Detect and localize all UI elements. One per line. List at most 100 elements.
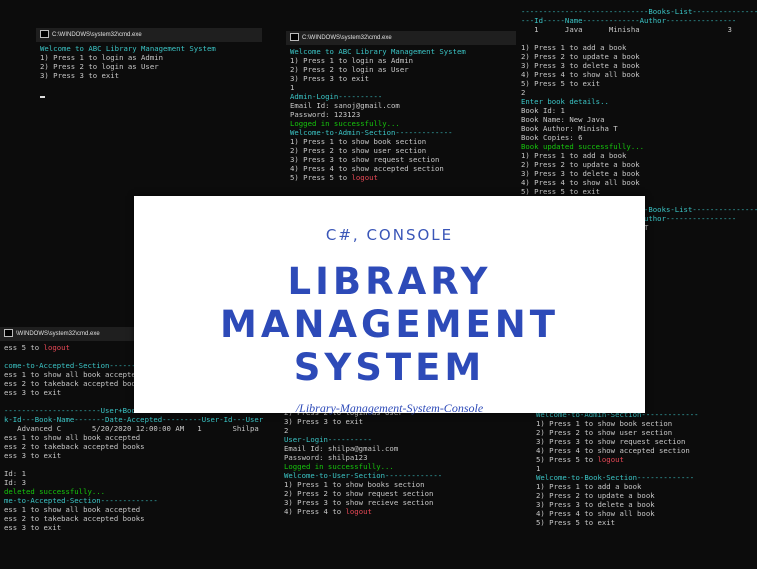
window-title: \WINDOWS\system32\cmd.exe <box>16 331 100 337</box>
console-line-text: Book Name: New Java <box>521 115 605 124</box>
console-line-text: Email Id: shilpa@gmail.com <box>284 444 399 453</box>
console-line-text: -----------------------------Books-List-… <box>521 7 757 16</box>
console-line-text: ess 2 to takeback accepted books <box>4 514 145 523</box>
console-line: 5) Press 5 to logout <box>290 173 512 182</box>
console-line: 1) Press 1 to login as Admin <box>290 56 512 65</box>
console-line: 1 <box>536 464 753 473</box>
console-line-text: 4) Press 4 to show accepted section <box>290 164 444 173</box>
console-line-text: 1) Press 1 to show book section <box>290 137 427 146</box>
console-line-text: ess 1 to show all book accepted <box>4 370 141 379</box>
console-line-text: Password: 123123 <box>290 110 361 119</box>
console-line: 1) Press 1 to show book section <box>536 419 753 428</box>
console-line: Password: 123123 <box>290 110 512 119</box>
console-line-text: 2 <box>521 88 526 97</box>
console-line: 2 <box>521 88 753 97</box>
console-line: Book Id: 1 <box>521 106 753 115</box>
window-titlebar[interactable]: C:\WINDOWS\system32\cmd.exe <box>286 31 516 45</box>
console-line-text: ess 1 to show all book accepted <box>4 433 141 442</box>
console-line: 3) Press 3 to exit <box>290 74 512 83</box>
console-line: ess 3 to exit <box>4 451 268 460</box>
console-line-text: ess 2 to takeback accepted books <box>4 442 145 451</box>
console-line: Book Author: Minisha T <box>521 124 753 133</box>
console-line-text: 3) Press 3 to show request section <box>536 437 686 446</box>
console-line-text: 3) Press 3 to exit <box>40 71 120 80</box>
console-line-text: 3) Press 3 to show recieve section <box>284 498 434 507</box>
console-line-text: Enter book details.. <box>521 97 609 106</box>
console-line: Id: 1 <box>4 469 268 478</box>
console-line: 1) Press 1 to add a book <box>536 482 753 491</box>
console-line-text: me-to-Accepted-Section------------- <box>4 496 158 505</box>
main-title: LIBRARY MANAGEMENT SYSTEM <box>134 260 645 389</box>
title-line-2: SYSTEM <box>293 346 486 389</box>
console-line-text: 2) Press 2 to update a book <box>521 52 640 61</box>
console-line-text: Book Id: 1 <box>521 106 565 115</box>
console-line: 1 Java Minisha 3 <box>521 25 753 34</box>
console-line: 3) Press 3 to exit <box>40 71 258 80</box>
console-line: Welcome to ABC Library Management System <box>290 47 512 56</box>
console-line-text: ess 1 to show all book accepted <box>4 505 141 514</box>
cmd-icon <box>4 329 13 338</box>
console-line-text: Welcome to ABC Library Management System <box>290 47 466 56</box>
console-line-text: Logged in successfully... <box>284 462 394 471</box>
console-line-text: 1) Press 1 to show book section <box>536 419 673 428</box>
console-line-text: Password: shilpa123 <box>284 453 368 462</box>
console-line: User-Login---------- <box>284 435 512 444</box>
logout-text: logout <box>345 507 372 516</box>
console-line-text: Id: 3 <box>4 478 26 487</box>
console-line: Logged in successfully... <box>284 462 512 471</box>
cmd-window-user-login[interactable]: 2) Press 2 to login as User3) Press 3 to… <box>280 406 516 569</box>
console-line-text: Welcome-to-User-Section------------- <box>284 471 443 480</box>
console-line-text: 3) Press 3 to delete a book <box>536 500 655 509</box>
console-line-text: Welcome to ABC Library Management System <box>40 44 216 53</box>
cmd-window-main-menu[interactable]: C:\WINDOWS\system32\cmd.exe Welcome to A… <box>36 28 262 198</box>
console-line-text: 1) Press 1 to login as Admin <box>290 56 414 65</box>
console-line-text: Book updated successfully... <box>521 142 645 151</box>
console-line: 2) Press 2 to update a book <box>536 491 753 500</box>
console-line: 3) Press 3 to delete a book <box>521 169 753 178</box>
console-line: ess 2 to takeback accepted books <box>4 514 268 523</box>
console-line-text: 4) Press 4 to show accepted section <box>536 446 690 455</box>
console-line-text: Id: 1 <box>4 469 26 478</box>
console-line-text: 3) Press 3 to show request section <box>290 155 440 164</box>
console-line: Id: 3 <box>4 478 268 487</box>
console-line: 2) Press 2 to login as User <box>290 65 512 74</box>
console-line-text: 3) Press 3 to exit <box>290 74 370 83</box>
cmd-window-admin-login[interactable]: C:\WINDOWS\system32\cmd.exe Welcome to A… <box>286 31 516 198</box>
console-line-text: 5) Press 5 to exit <box>521 79 601 88</box>
console-line: ess 2 to takeback accepted books <box>4 442 268 451</box>
console-line: 4) Press 4 to show all book <box>521 70 753 79</box>
console-line: 2) Press 2 to update a book <box>521 52 753 61</box>
console-output: 2) Press 2 to login as User3) Press 3 to… <box>280 406 516 518</box>
console-line: Welcome-to-Book-Section------------- <box>536 473 753 482</box>
console-line-text: ess 3 to exit <box>4 451 62 460</box>
console-line: Enter book details.. <box>521 97 753 106</box>
console-line: 1) Press 1 to show book section <box>290 137 512 146</box>
console-line: 3) Press 3 to show request section <box>290 155 512 164</box>
console-line: 3) Press 3 to show request section <box>536 437 753 446</box>
console-output: Welcome to ABC Library Management System… <box>286 45 516 184</box>
title-line-1: LIBRARY MANAGEMENT <box>220 260 559 346</box>
cmd-icon <box>290 33 299 42</box>
console-line: 4) Press 4 to show all book <box>536 509 753 518</box>
console-line-text: 2 <box>284 426 289 435</box>
logout-text: logout <box>597 455 624 464</box>
logout-text: logout <box>351 173 378 182</box>
subtitle-tag: C#, CONSOLE <box>325 226 454 244</box>
console-line-text: 4) Press 4 to show all book <box>536 509 655 518</box>
cursor-line <box>40 80 258 98</box>
window-titlebar[interactable]: C:\WINDOWS\system32\cmd.exe <box>36 28 262 42</box>
console-line: 5) Press 5 to exit <box>536 518 753 527</box>
console-line: 2) Press 2 to show request section <box>284 489 512 498</box>
console-line-text: 2) Press 2 to show request section <box>284 489 434 498</box>
console-line: 3) Press 3 to delete a book <box>536 500 753 509</box>
text-cursor <box>40 96 45 98</box>
console-line: Logged in successfully... <box>290 119 512 128</box>
console-line: 2) Press 2 to login as User <box>40 62 258 71</box>
console-line: 3) Press 3 to delete a book <box>521 61 753 70</box>
console-line: ess 3 to exit <box>4 523 268 532</box>
console-line-text: 1) Press 1 to add a book <box>536 482 642 491</box>
console-line: 4) Press 4 to show accepted section <box>290 164 512 173</box>
cmd-icon <box>40 30 49 39</box>
console-line-text: 2) Press 2 to update a book <box>521 160 640 169</box>
